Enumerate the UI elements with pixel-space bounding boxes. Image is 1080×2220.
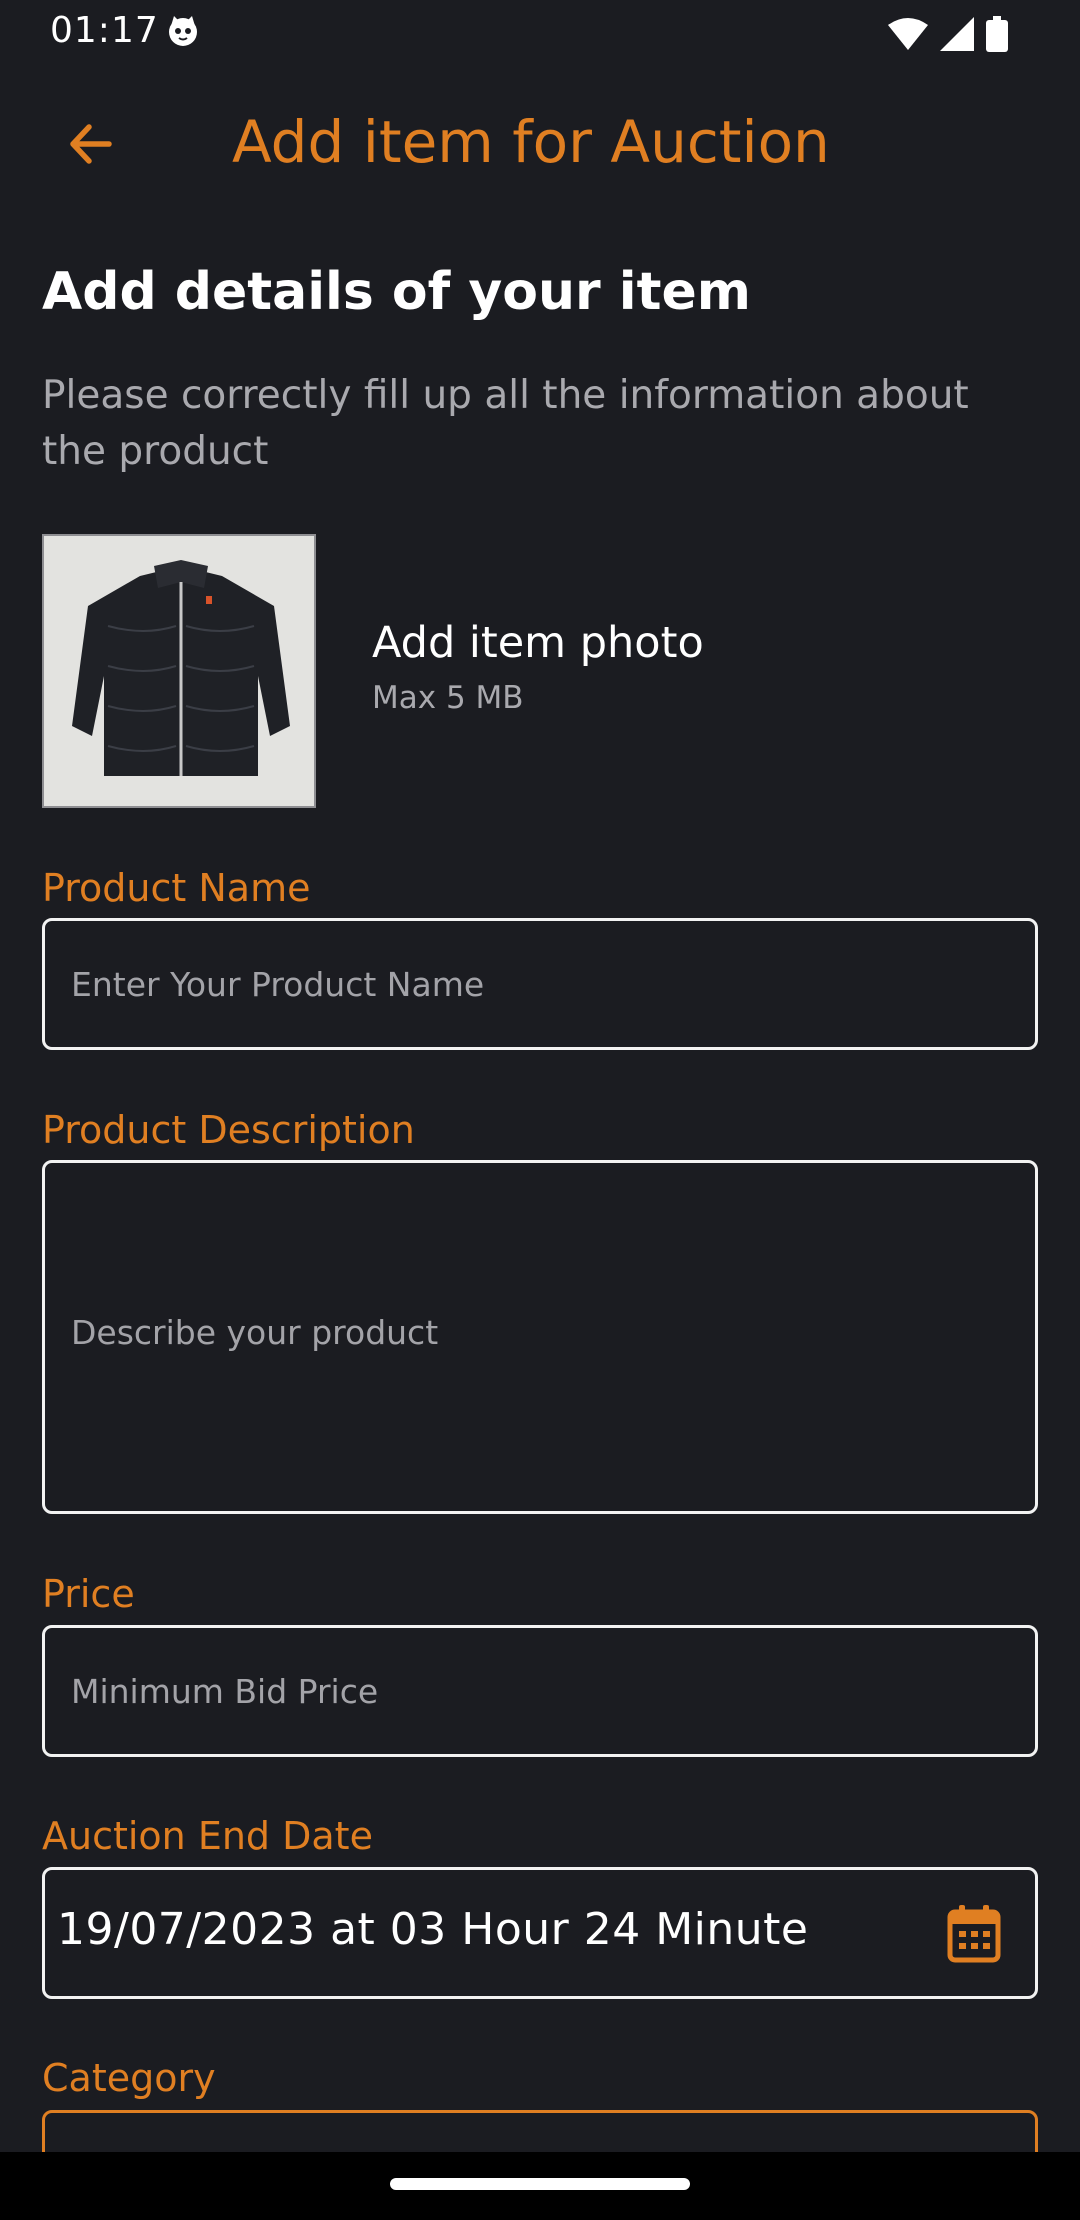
product-description-label: Product Description bbox=[42, 1108, 415, 1152]
status-icons bbox=[888, 14, 1008, 54]
category-label: Category bbox=[42, 2056, 216, 2100]
auction-end-date-label: Auction End Date bbox=[42, 1814, 373, 1858]
navigation-bar bbox=[0, 2152, 1080, 2220]
app-bar: Add item for Auction bbox=[0, 96, 1080, 192]
auction-end-date-field[interactable]: 19/07/2023 at 03 Hour 24 Minute bbox=[42, 1867, 1038, 1999]
screen: 01:17 Add item for Auction Add details o… bbox=[0, 0, 1080, 2220]
cat-face-icon bbox=[169, 16, 197, 46]
product-name-input[interactable] bbox=[45, 921, 1035, 1047]
battery-icon bbox=[986, 16, 1008, 52]
add-photo-label: Add item photo bbox=[372, 618, 704, 668]
auction-end-date-value: 19/07/2023 at 03 Hour 24 Minute bbox=[57, 1904, 809, 1955]
item-photo[interactable] bbox=[42, 534, 316, 808]
product-description-field bbox=[42, 1160, 1038, 1514]
home-gesture-handle[interactable] bbox=[390, 2178, 690, 2190]
section-subtitle: Please correctly fill up all the informa… bbox=[42, 373, 969, 474]
calendar-icon[interactable] bbox=[947, 1904, 1001, 1964]
jacket-image bbox=[44, 536, 314, 806]
status-bar: 01:17 bbox=[0, 0, 1080, 66]
arrow-left-icon bbox=[70, 124, 112, 164]
price-input[interactable] bbox=[45, 1628, 1035, 1754]
back-button[interactable] bbox=[58, 112, 122, 176]
photo-size-hint: Max 5 MB bbox=[372, 680, 524, 716]
product-name-field bbox=[42, 918, 1038, 1050]
wifi-icon bbox=[888, 18, 928, 50]
price-field bbox=[42, 1625, 1038, 1757]
status-time: 01:17 bbox=[50, 10, 159, 51]
product-description-input[interactable] bbox=[45, 1163, 1035, 1511]
price-label: Price bbox=[42, 1572, 135, 1616]
page-title: Add item for Auction bbox=[232, 108, 830, 176]
photo-info: Add item photo Max 5 MB bbox=[372, 618, 704, 716]
section-title: Add details of your item bbox=[42, 262, 751, 322]
signal-icon bbox=[940, 17, 974, 51]
product-name-label: Product Name bbox=[42, 866, 311, 910]
